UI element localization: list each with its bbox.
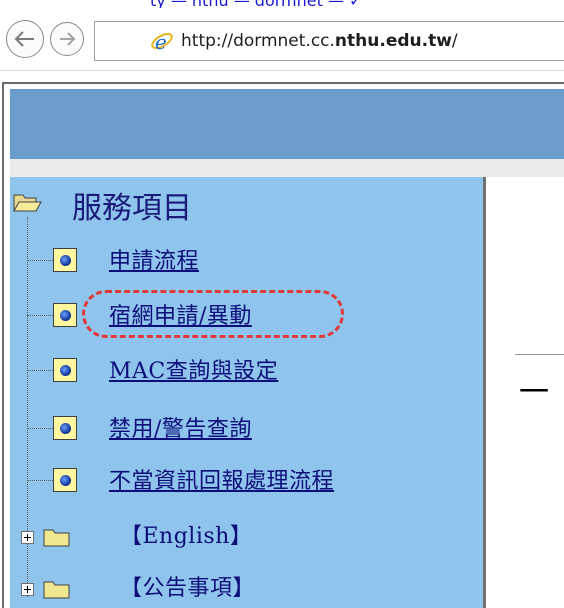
url-text: http://dormnet.cc.nthu.edu.tw/ xyxy=(181,31,458,51)
svg-text:e: e xyxy=(155,30,167,54)
folder-english[interactable]: 【English】 xyxy=(120,518,252,550)
sidebar-tree: 服務項目 申請流程 宿網申請/異動 MAC查詢與設定 禁用/警告查詢 不當資訊回… xyxy=(10,177,486,608)
header-banner xyxy=(10,89,564,159)
folder-icon xyxy=(43,529,70,547)
address-bar[interactable]: e http://dormnet.cc.nthu.edu.tw/ xyxy=(94,21,564,61)
frame-gap xyxy=(10,159,564,177)
back-button[interactable] xyxy=(6,20,44,58)
url-prefix: http://dormnet.cc. xyxy=(181,31,335,51)
tree-branch xyxy=(27,260,53,261)
forward-arrow-icon xyxy=(60,32,76,46)
url-domain: nthu.edu.tw xyxy=(334,31,452,51)
main-content: 一 xyxy=(489,177,564,608)
link-application-process[interactable]: 申請流程 xyxy=(109,243,199,275)
highlight-annotation xyxy=(82,290,344,338)
tree-branch xyxy=(27,428,53,429)
url-suffix: / xyxy=(451,31,458,51)
folder-announcements[interactable]: 【公告事項】 xyxy=(120,570,255,602)
toolbar-divider xyxy=(0,70,564,71)
link-mac-lookup[interactable]: MAC查詢與設定 xyxy=(109,353,278,385)
page-icon xyxy=(53,358,77,382)
page-icon xyxy=(53,248,77,272)
page-icon xyxy=(53,416,77,440)
folder-icon xyxy=(43,581,70,599)
content-divider xyxy=(515,354,564,355)
expand-announcements-button[interactable] xyxy=(21,583,34,596)
page-icon xyxy=(53,303,77,327)
forward-button[interactable] xyxy=(50,22,84,56)
top-strip-text: ty — nthu — dormnet — ✓ xyxy=(150,0,362,8)
tree-branch xyxy=(27,480,53,481)
ie-browser-icon: e xyxy=(151,30,173,54)
link-report-procedure[interactable]: 不當資訊回報處理流程 xyxy=(109,463,334,495)
open-folder-icon xyxy=(13,194,42,212)
page-icon xyxy=(53,468,77,492)
tree-branch xyxy=(27,370,53,371)
back-arrow-icon xyxy=(14,31,34,47)
tree-branch xyxy=(27,315,53,316)
browser-toolbar: ty — nthu — dormnet — ✓ e http://dormnet… xyxy=(0,0,564,80)
expand-english-button[interactable] xyxy=(21,531,34,544)
top-link-strip: ty — nthu — dormnet — ✓ xyxy=(150,0,564,8)
main-text: 一 xyxy=(519,375,549,410)
link-ban-warning-lookup[interactable]: 禁用/警告查詢 xyxy=(109,411,252,443)
sidebar-heading: 服務項目 xyxy=(72,191,192,226)
